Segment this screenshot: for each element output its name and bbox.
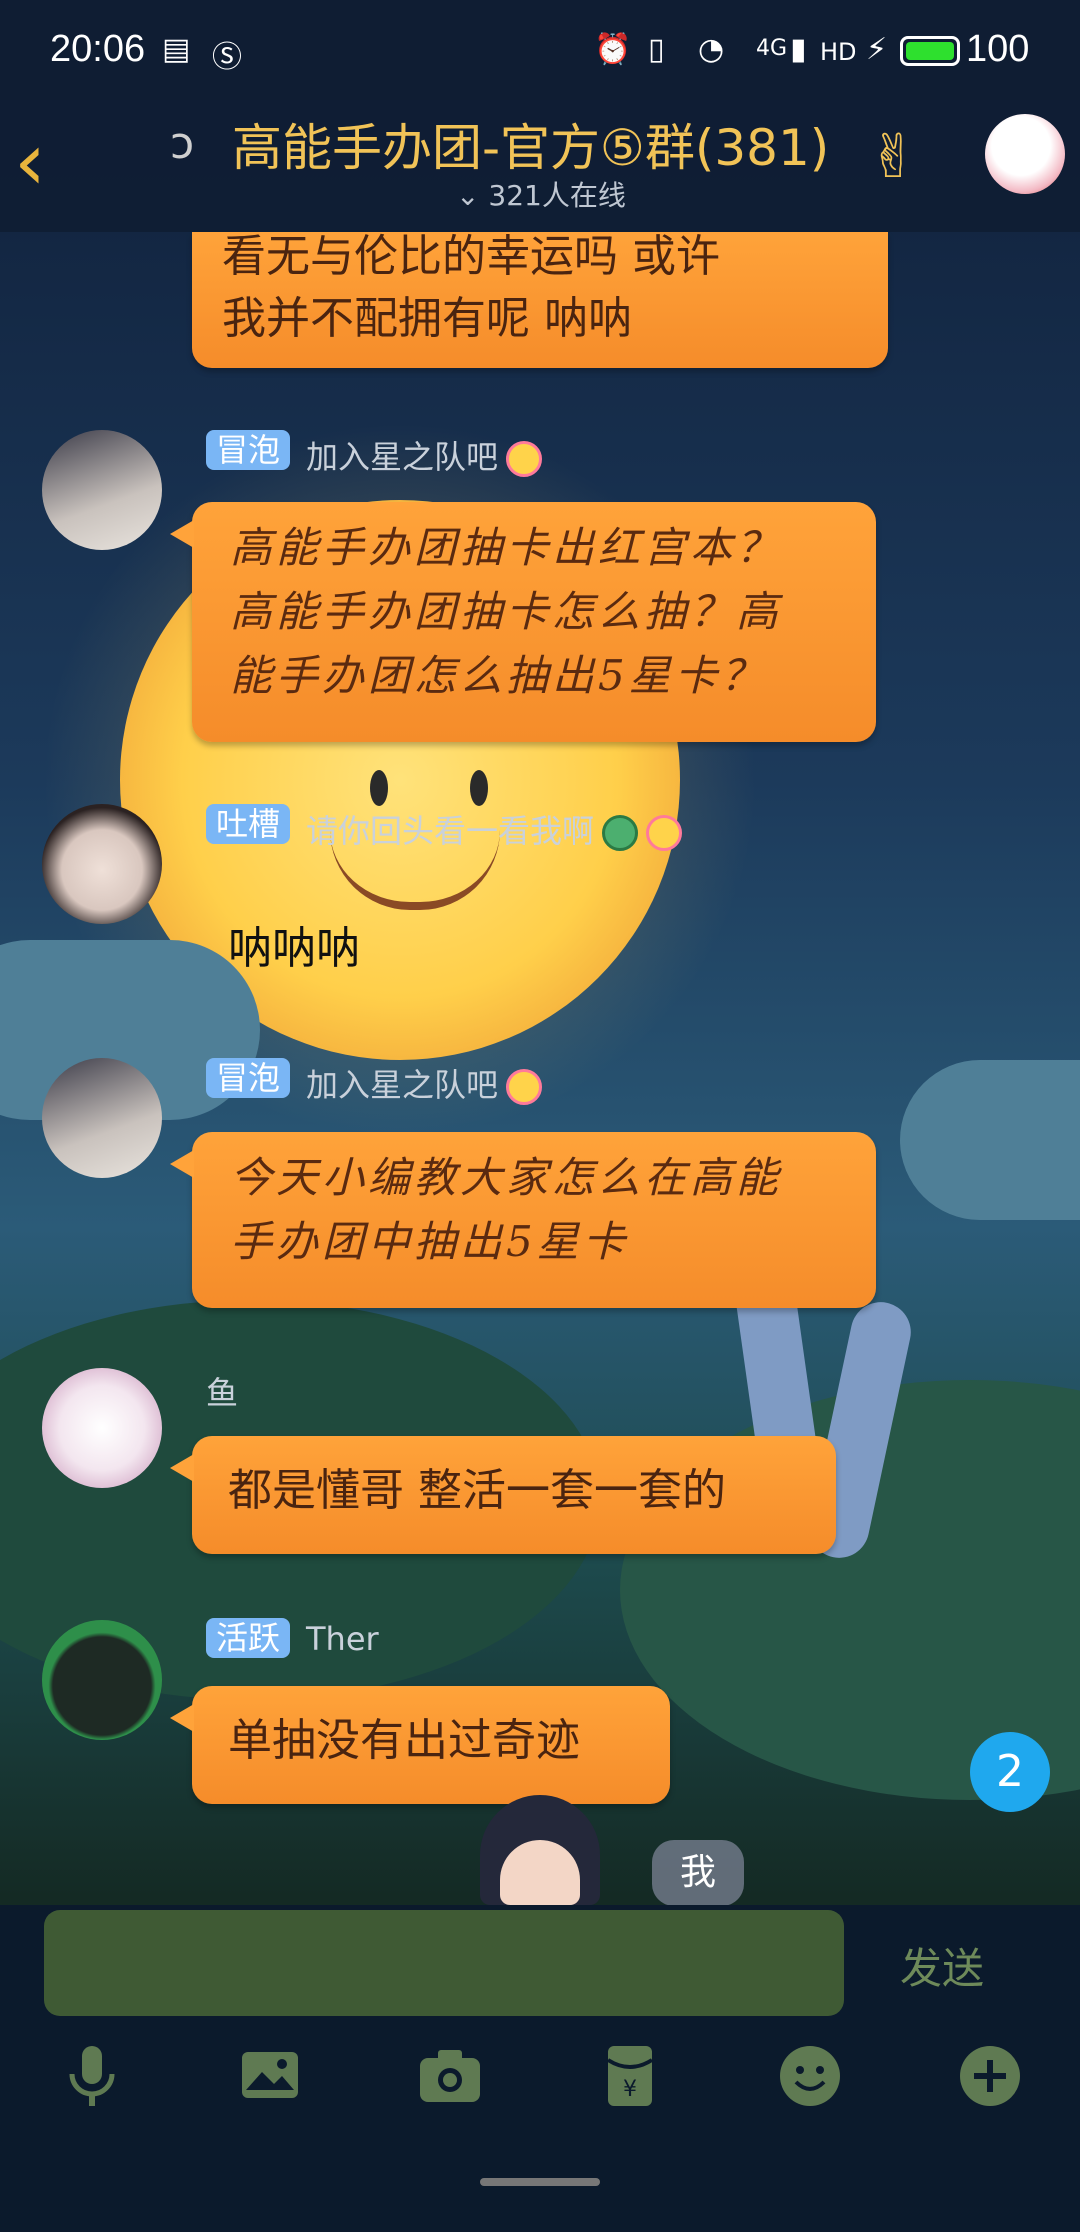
hand-gesture-icon[interactable]: ✌: [868, 122, 918, 192]
battery-percent: 100: [966, 28, 1030, 70]
battery-icon: [900, 36, 960, 66]
home-indicator[interactable]: [480, 2178, 600, 2186]
avatar[interactable]: [42, 1620, 162, 1740]
vibrate-icon: ▯: [648, 32, 665, 67]
bubble-tail: [170, 1454, 194, 1482]
plus-icon[interactable]: [954, 2040, 1026, 2112]
chat-header: ‹ ↄ 高能手办团-官方⑤群(381) ⌄ 321人在线 ✌: [0, 100, 1080, 232]
emoji-icon[interactable]: [774, 2040, 846, 2112]
bubble-tail: [170, 1704, 194, 1732]
message-bubble[interactable]: 今天小编教大家怎么在高能 手办团中抽出5星卡: [170, 1132, 876, 1308]
camera-icon[interactable]: [414, 2040, 486, 2112]
red-packet-icon[interactable]: ¥: [594, 2040, 666, 2112]
network-label: 4G: [756, 36, 788, 61]
sender-name-text: 加入星之队吧: [306, 1066, 499, 1104]
sender-name[interactable]: 加入星之队吧: [306, 432, 543, 478]
status-bar: 20:06 ▤ Ⓢ ⏰ ▯ ◔ 4G ▮ HD ⚡ 100: [0, 0, 1080, 100]
charging-icon: ⚡: [866, 32, 888, 67]
message-bubble[interactable]: 都是懂哥 整活一套一套的: [170, 1436, 836, 1554]
svg-text:¥: ¥: [623, 2077, 637, 2102]
member-badge: 活跃: [206, 1618, 291, 1658]
signal-icon: ▮: [790, 32, 807, 67]
group-avatar[interactable]: [985, 114, 1065, 194]
emoji-icon: [646, 815, 683, 851]
back-button[interactable]: ‹: [14, 122, 74, 212]
mic-icon[interactable]: [56, 2040, 128, 2112]
image-icon[interactable]: [234, 2040, 306, 2112]
me-label[interactable]: 我: [652, 1840, 744, 1906]
emoji-icon: [506, 441, 543, 477]
app-s-icon: Ⓢ: [212, 40, 242, 75]
emoji-icon: [506, 1069, 543, 1105]
sender-name[interactable]: Ther: [306, 1620, 379, 1658]
sender-name-text: 加入星之队吧: [306, 438, 499, 476]
send-button[interactable]: 发送: [900, 1935, 984, 1996]
message-text: 今天小编教大家怎么在高能 手办团中抽出5星卡: [230, 1153, 783, 1266]
sender-name[interactable]: 加入星之队吧: [306, 1060, 543, 1106]
message-bubble[interactable]: 单抽没有出过奇迹: [170, 1686, 670, 1804]
member-badge: 冒泡: [206, 430, 291, 470]
hd-label: HD: [820, 38, 857, 66]
message-bubble[interactable]: 看无与伦比的幸运吗 或许 我并不配拥有呢 呐呐: [192, 231, 888, 368]
dragon-icon: [602, 815, 639, 851]
sender-name[interactable]: 鱼: [206, 1368, 238, 1414]
cloud-right: [900, 1060, 1080, 1220]
avatar[interactable]: [42, 430, 162, 550]
message-input[interactable]: [44, 1910, 844, 2016]
sender-name-text: 请你回头看一看我啊: [306, 812, 595, 850]
chevron-down-icon: ⌄: [456, 179, 489, 212]
moon-eye-right: [470, 770, 488, 806]
bubble-tail: [170, 1150, 194, 1178]
group-title[interactable]: 高能手办团-官方⑤群(381): [232, 108, 829, 180]
online-count-text: 321人在线: [488, 179, 626, 212]
message-text: 都是懂哥 整活一套一套的: [228, 1465, 726, 1516]
avatar[interactable]: [42, 1368, 162, 1488]
news-icon: ▤: [162, 32, 191, 67]
avatar[interactable]: [42, 1058, 162, 1178]
online-count[interactable]: ⌄ 321人在线: [456, 174, 626, 214]
moon-eye-left: [370, 770, 388, 806]
message-bubble[interactable]: 高能手办团抽卡出红宫本？ 高能手办团抽卡怎么抽？高 能手办团怎么抽出5星卡？: [170, 502, 876, 742]
member-badge: 吐槽: [206, 804, 291, 844]
sender-name[interactable]: 请你回头看一看我啊: [306, 806, 683, 852]
ear-icon[interactable]: ↄ: [170, 118, 194, 169]
alarm-icon: ⏰: [594, 32, 632, 67]
avatar[interactable]: [42, 804, 162, 924]
message-text: 单抽没有出过奇迹: [228, 1715, 580, 1766]
status-time: 20:06: [50, 28, 146, 70]
message-text: 看无与伦比的幸运吗 或许 我并不配拥有呢 呐呐: [222, 231, 720, 344]
message-text[interactable]: 呐呐呐: [228, 912, 360, 976]
member-badge: 冒泡: [206, 1058, 291, 1098]
bubble-tail: [170, 520, 194, 548]
message-text: 高能手办团抽卡出红宫本？ 高能手办团抽卡怎么抽？高 能手办团怎么抽出5星卡？: [230, 523, 783, 700]
unread-messages-badge[interactable]: 2: [970, 1732, 1050, 1812]
wifi-icon: ◔: [698, 32, 725, 67]
